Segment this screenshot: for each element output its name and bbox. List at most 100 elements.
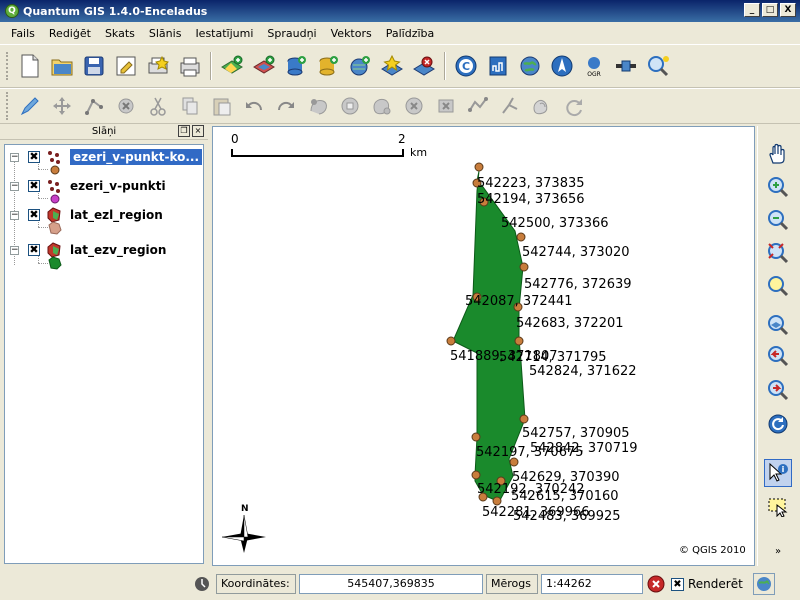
add-vector-layer-icon[interactable] <box>218 52 246 80</box>
zoom-to-selection-icon[interactable] <box>764 272 792 300</box>
add-wms-layer-icon[interactable] <box>346 52 374 80</box>
north-arrow-decoration-icon[interactable] <box>548 52 576 80</box>
add-postgis-layer-icon[interactable] <box>282 52 310 80</box>
vertex-point[interactable] <box>516 232 526 242</box>
render-toggle[interactable]: ✖ Renderēt <box>671 577 743 591</box>
vertex-point[interactable] <box>471 432 481 442</box>
toolbar-grip[interactable] <box>6 92 10 120</box>
delete-ring-icon[interactable] <box>400 92 428 120</box>
panel-close-button[interactable]: × <box>192 125 204 137</box>
select-features-icon[interactable] <box>764 492 792 520</box>
projection-status-icon[interactable] <box>752 573 775 595</box>
scale-field[interactable]: 1:44262 <box>541 574 643 594</box>
cut-features-icon[interactable] <box>144 92 172 120</box>
vertex-point[interactable] <box>519 414 529 424</box>
vertex-point[interactable] <box>519 262 529 272</box>
new-project-icon[interactable] <box>16 52 44 80</box>
new-print-composer-icon[interactable] <box>144 52 172 80</box>
menu-plugins[interactable]: Spraudņi <box>260 27 323 40</box>
layer-visibility-checkbox[interactable]: ✖ <box>28 244 40 256</box>
scalebar-decoration-icon[interactable] <box>484 52 512 80</box>
paste-features-icon[interactable] <box>208 92 236 120</box>
vertex-point[interactable] <box>474 162 484 172</box>
save-project-icon[interactable] <box>80 52 108 80</box>
vertex-point[interactable] <box>446 336 456 346</box>
new-vector-layer-icon[interactable] <box>378 52 406 80</box>
panel-float-button[interactable]: ❐ <box>178 125 190 137</box>
zoom-out-icon[interactable] <box>764 206 792 234</box>
collapse-toggle[interactable]: − <box>10 152 19 162</box>
add-spatialite-layer-icon[interactable] <box>314 52 342 80</box>
pan-icon[interactable] <box>764 140 792 168</box>
delete-selected-icon[interactable] <box>112 92 140 120</box>
rotate-point-symbols-icon[interactable] <box>560 92 588 120</box>
layer-visibility-checkbox[interactable]: ✖ <box>28 151 40 163</box>
progress-toggle-icon[interactable] <box>192 574 212 594</box>
zoom-to-layer-icon[interactable] <box>764 311 792 339</box>
refresh-icon[interactable] <box>764 410 792 438</box>
layer-item-lat-ezv-region[interactable]: − ✖ lat_ezv_region <box>5 240 203 260</box>
menu-edit[interactable]: Rediģēt <box>42 27 98 40</box>
merge-features-icon[interactable] <box>528 92 556 120</box>
menu-file[interactable]: Fails <box>4 27 42 40</box>
layer-item-lat-ezl-region[interactable]: − ✖ lat_ezl_region <box>5 205 203 225</box>
vertex-point[interactable] <box>471 470 481 480</box>
zoom-in-icon[interactable] <box>764 173 792 201</box>
vertex-point[interactable] <box>514 336 524 346</box>
minimize-button[interactable]: _ <box>744 3 760 17</box>
layer-item-ezeri-v-punkt-ko[interactable]: − ✖ ezeri_v-punkt-ko... <box>5 147 203 167</box>
polygon-symbol-icon <box>48 256 62 270</box>
split-features-icon[interactable] <box>496 92 524 120</box>
chevron-down-icon[interactable]: » <box>764 544 792 558</box>
toggle-editing-icon[interactable] <box>16 92 44 120</box>
map-svg[interactable]: 0 2 km 542223, 373835 542194, 373656 542… <box>213 127 755 566</box>
collapse-toggle[interactable]: − <box>10 245 19 255</box>
globe-icon[interactable] <box>516 52 544 80</box>
stop-render-icon[interactable] <box>646 574 666 594</box>
zoom-last-icon[interactable] <box>764 342 792 370</box>
tree-line <box>38 227 48 228</box>
vertex-label: 542223, 373835 <box>477 176 585 191</box>
add-ring-icon[interactable] <box>336 92 364 120</box>
layer-item-ezeri-v-punkti[interactable]: − ✖ ezeri_v-punkti <box>5 176 203 196</box>
add-raster-layer-icon[interactable] <box>250 52 278 80</box>
close-button[interactable]: X <box>780 3 796 17</box>
zoom-full-icon[interactable] <box>764 239 792 267</box>
undo-icon[interactable] <box>240 92 268 120</box>
layer-visibility-checkbox[interactable]: ✖ <box>28 180 40 192</box>
move-feature-icon[interactable] <box>48 92 76 120</box>
coordinates-field: 545407,369835 <box>299 574 483 594</box>
copyright-label-icon[interactable]: C <box>452 52 480 80</box>
copy-features-icon[interactable] <box>176 92 204 120</box>
reshape-features-icon[interactable] <box>464 92 492 120</box>
menu-help[interactable]: Palīdzība <box>379 27 442 40</box>
menu-settings[interactable]: Iestatījumi <box>188 27 260 40</box>
save-as-icon[interactable] <box>112 52 140 80</box>
identify-features-icon[interactable]: i <box>764 459 792 487</box>
toolbar-grip[interactable] <box>6 52 10 80</box>
print-icon[interactable] <box>176 52 204 80</box>
delete-part-icon[interactable] <box>432 92 460 120</box>
add-island-icon[interactable] <box>368 92 396 120</box>
node-tool-icon[interactable] <box>80 92 108 120</box>
map-tips-icon[interactable] <box>644 52 672 80</box>
render-checkbox[interactable]: ✖ <box>671 577 684 591</box>
map-canvas[interactable]: 0 2 km 542223, 373835 542194, 373656 542… <box>212 126 755 566</box>
layer-visibility-checkbox[interactable]: ✖ <box>28 209 40 221</box>
gps-tools-icon[interactable] <box>612 52 640 80</box>
ogr-converter-icon[interactable]: OGR <box>580 52 608 80</box>
remove-layer-icon[interactable] <box>410 52 438 80</box>
maximize-button[interactable]: □ <box>762 3 778 17</box>
simplify-feature-icon[interactable] <box>304 92 332 120</box>
zoom-next-icon[interactable] <box>764 376 792 404</box>
menu-layer[interactable]: Slānis <box>142 27 189 40</box>
menu-view[interactable]: Skats <box>98 27 142 40</box>
vertex-point[interactable] <box>492 496 502 506</box>
qgis-logo-icon: Q <box>5 4 19 18</box>
collapse-toggle[interactable]: − <box>10 210 19 220</box>
menu-vector[interactable]: Vektors <box>324 27 379 40</box>
tree-line <box>38 169 48 170</box>
collapse-toggle[interactable]: − <box>10 181 19 191</box>
open-project-icon[interactable] <box>48 52 76 80</box>
redo-icon[interactable] <box>272 92 300 120</box>
